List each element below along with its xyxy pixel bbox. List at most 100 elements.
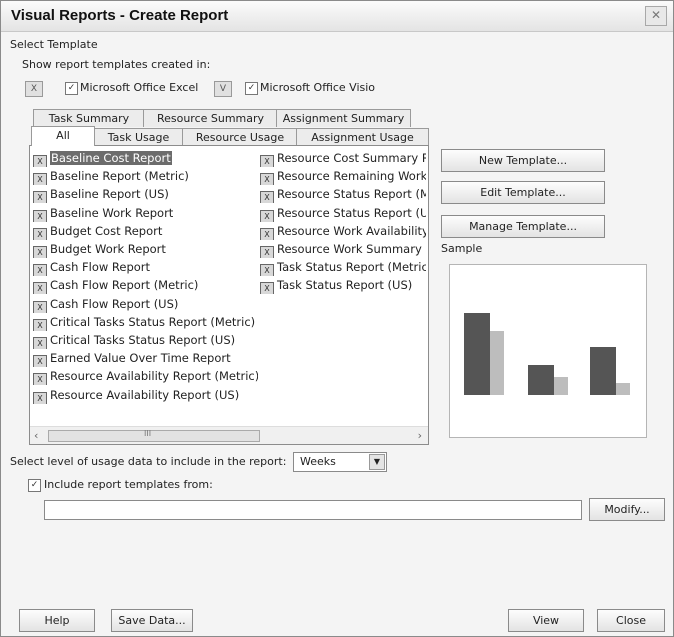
template-list-item[interactable]: X Resource Status Report (U: <box>260 205 426 222</box>
excel-template-icon: X <box>33 318 47 331</box>
template-list-item[interactable]: X Earned Value Over Time Report <box>33 350 258 368</box>
excel-template-icon: X <box>260 264 274 277</box>
template-list-item[interactable]: X Budget Work Report <box>33 241 258 258</box>
excel-template-icon: X <box>33 337 47 349</box>
excel-template-icon: X <box>33 373 47 386</box>
template-list-item-label: Resource Status Report (U: <box>277 205 426 220</box>
show-templates-label: Show report templates created in: <box>22 58 211 71</box>
sample-bar-1 <box>464 313 490 395</box>
close-button[interactable]: Close <box>597 609 665 632</box>
template-list-item[interactable]: X Resource Availability Report (Metric) <box>33 368 258 386</box>
template-list-item[interactable]: X Task Status Report (Metric) <box>260 259 426 277</box>
sample-bar-1-shadow <box>490 331 504 395</box>
template-list-item[interactable]: X Task Status Report (US) <box>260 277 426 295</box>
template-list-item[interactable]: X Baseline Report (Metric) <box>33 168 258 186</box>
template-list-item[interactable]: X Budget Cost Report <box>33 223 258 240</box>
template-list-item[interactable]: X Resource Remaining Work <box>260 168 426 186</box>
include-templates-checkbox[interactable]: ✓ <box>28 479 41 492</box>
tab-all[interactable]: All <box>31 126 95 146</box>
save-data-button[interactable]: Save Data... <box>111 609 193 632</box>
close-icon[interactable]: ✕ <box>645 6 667 26</box>
template-list-item-label: Earned Value Over Time Report <box>50 351 231 366</box>
scroll-left-icon[interactable]: ‹ <box>34 429 38 442</box>
visual-reports-dialog: Visual Reports - Create Report ✕ Select … <box>0 0 674 637</box>
usage-level-select[interactable]: Weeks ▼ <box>293 452 387 472</box>
excel-checkbox[interactable]: ✓ <box>65 82 78 95</box>
template-list-item-label: Resource Work Summary R <box>277 242 426 256</box>
excel-template-icon: X <box>260 209 274 222</box>
excel-template-icon: X <box>33 264 47 277</box>
template-list-item-label: Task Status Report (Metric) <box>277 260 426 275</box>
template-list-item[interactable]: X Baseline Work Report <box>33 205 258 222</box>
template-list-item-label: Baseline Report (US) <box>50 187 169 202</box>
excel-template-icon: X <box>33 300 47 313</box>
excel-template-icon: X <box>33 155 47 167</box>
template-list[interactable]: X Baseline Cost Report X Baseline Report (M… <box>29 145 429 445</box>
excel-template-icon: X <box>260 227 274 240</box>
template-list-item[interactable]: X Baseline Cost Report <box>33 150 258 167</box>
tab-task-usage[interactable]: Task Usage <box>93 128 184 146</box>
template-list-item-label: Task Status Report (US) <box>277 278 413 293</box>
template-list-item[interactable]: X Cash Flow Report <box>33 259 258 277</box>
excel-template-icon: X <box>260 191 274 204</box>
template-list-item-label: Resource Cost Summary Re <box>277 151 426 165</box>
excel-template-icon: X <box>33 173 47 186</box>
select-template-label: Select Template <box>10 38 98 51</box>
sample-label: Sample <box>441 242 483 255</box>
template-list-item[interactable]: X Cash Flow Report (Metric) <box>33 277 258 295</box>
chevron-down-icon[interactable]: ▼ <box>369 454 385 470</box>
template-list-item-label: Cash Flow Report <box>50 260 151 275</box>
sample-bar-2 <box>528 365 554 395</box>
excel-template-icon: X <box>33 355 47 368</box>
include-path-input[interactable] <box>44 500 582 520</box>
scroll-thumb[interactable]: III <box>48 429 260 442</box>
template-list-item[interactable]: X Baseline Report (US) <box>33 186 258 204</box>
excel-template-icon: X <box>260 173 274 186</box>
sample-bar-3-shadow <box>616 383 630 395</box>
usage-level-value: Weeks <box>300 455 336 468</box>
excel-icon: X <box>25 81 43 97</box>
edit-template-button[interactable]: Edit Template... <box>441 181 605 204</box>
horizontal-scrollbar[interactable]: ‹ III › <box>30 426 428 444</box>
template-list-item-label: Resource Availability Report (US) <box>50 387 240 402</box>
modify-button[interactable]: Modify... <box>589 498 665 521</box>
usage-level-label: Select level of usage data to include in… <box>10 455 287 468</box>
template-list-item[interactable]: X Resource Work Summary R <box>260 241 426 258</box>
template-list-item[interactable]: X Resource Work Availability <box>260 223 426 240</box>
tab-assignment-usage[interactable]: Assignment Usage <box>296 128 429 146</box>
template-list-item[interactable]: X Resource Availability Report (US) <box>33 387 258 404</box>
template-list-item[interactable]: X Cash Flow Report (US) <box>33 296 258 313</box>
template-list-item-label: Resource Status Report (M <box>277 187 426 202</box>
excel-template-icon: X <box>33 282 47 295</box>
tab-resource-usage[interactable]: Resource Usage <box>182 128 298 146</box>
template-list-item-label: Cash Flow Report (Metric) <box>50 278 199 293</box>
new-template-button[interactable]: New Template... <box>441 149 605 172</box>
excel-template-icon: X <box>33 191 47 204</box>
template-list-item[interactable]: X Critical Tasks Status Report (US) <box>33 332 258 349</box>
template-list-item-label: Cash Flow Report (US) <box>50 296 179 311</box>
excel-template-icon: X <box>33 246 47 258</box>
template-list-item[interactable]: X Resource Cost Summary Re <box>260 150 426 167</box>
excel-template-icon: X <box>260 282 274 295</box>
tab-assignment-summary[interactable]: Assignment Summary <box>276 109 411 127</box>
excel-template-icon: X <box>260 246 274 258</box>
scroll-right-icon[interactable]: › <box>418 429 422 442</box>
template-list-item-label: Critical Tasks Status Report (Metric) <box>50 314 256 329</box>
view-button[interactable]: View <box>508 609 584 632</box>
excel-template-icon: X <box>33 209 47 222</box>
visio-icon: V <box>214 81 232 97</box>
tab-resource-summary[interactable]: Resource Summary <box>143 109 278 127</box>
manage-template-button[interactable]: Manage Template... <box>441 215 605 238</box>
template-list-item-label: Critical Tasks Status Report (US) <box>50 333 236 347</box>
scroll-grip-icon: III <box>144 429 152 438</box>
template-list-item[interactable]: X Resource Status Report (M <box>260 186 426 204</box>
template-list-item-label: Resource Work Availability <box>277 223 426 238</box>
help-button[interactable]: Help <box>19 609 95 632</box>
sample-bar-2-shadow <box>554 377 568 395</box>
excel-template-icon: X <box>33 391 47 404</box>
tab-task-summary[interactable]: Task Summary <box>33 109 145 127</box>
visio-checkbox[interactable]: ✓ <box>245 82 258 95</box>
template-list-item[interactable]: X Critical Tasks Status Report (Metric) <box>33 314 258 331</box>
dialog-title: Visual Reports - Create Report <box>11 7 229 24</box>
include-templates-label: Include report templates from: <box>44 478 213 491</box>
